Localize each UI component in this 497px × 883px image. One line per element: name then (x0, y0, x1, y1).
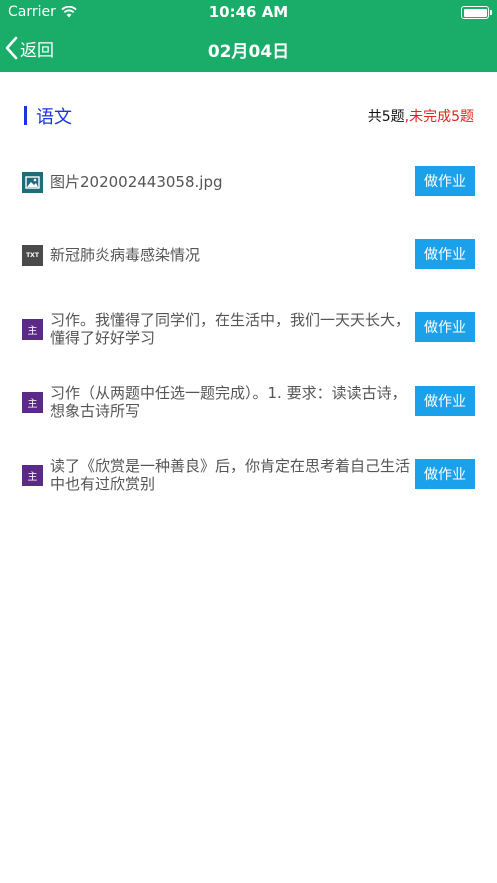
txt-file-icon: TXT (22, 245, 43, 266)
app-header: Carrier 10:46 AM 返回 02月04日 (0, 0, 497, 72)
do-homework-button[interactable]: 做作业 (415, 386, 475, 416)
do-homework-button[interactable]: 做作业 (415, 312, 475, 342)
page-title: 02月04日 (207, 42, 290, 62)
item-title[interactable]: 习作（从两题中任选一题完成）。1. 要求：读读古诗，想象古诗所写 (50, 384, 410, 420)
homework-item: 主 习作（从两题中任选一题完成）。1. 要求：读读古诗，想象古诗所写 做作业 (22, 382, 477, 442)
status-time: 10:46 AM (208, 3, 289, 21)
homework-item: 图片202002443058.jpg 做作业 (22, 166, 477, 226)
back-label: 返回 (20, 40, 54, 61)
subjective-question-icon: 主 (22, 465, 43, 486)
pending-count: 未完成5题 (409, 109, 474, 125)
chevron-left-icon (5, 36, 18, 60)
back-button[interactable]: 返回 (4, 35, 54, 61)
item-title[interactable]: 习作。我懂得了同学们，在生活中，我们一天天长大，懂得了好好学习 (50, 311, 410, 347)
homework-item: 主 习作。我懂得了同学们，在生活中，我们一天天长大，懂得了好好学习 做作业 (22, 309, 477, 369)
item-title[interactable]: 图片202002443058.jpg (50, 173, 410, 191)
do-homework-button[interactable]: 做作业 (415, 166, 475, 196)
image-file-icon (22, 172, 43, 193)
subject-header: 语文 共5题,未完成5题 (24, 103, 476, 128)
subjective-question-icon: 主 (22, 392, 43, 413)
homework-item: TXT 新冠肺炎病毒感染情况 做作业 (22, 239, 477, 299)
subjective-question-icon: 主 (22, 319, 43, 340)
homework-item: 主 读了《欣赏是一种善良》后，你肯定在思考着自己生活中也有过欣赏别 做作业 (22, 455, 477, 515)
subject-stats: 共5题,未完成5题 (368, 106, 474, 126)
subject-name: 语文 (36, 107, 72, 128)
item-title[interactable]: 新冠肺炎病毒感染情况 (50, 246, 410, 264)
total-count: 共5题 (367, 109, 405, 125)
navigation-bar: 返回 02月04日 (0, 26, 497, 72)
status-bar: Carrier 10:46 AM (0, 0, 497, 26)
battery-icon (461, 6, 492, 19)
do-homework-button[interactable]: 做作业 (415, 239, 475, 269)
do-homework-button[interactable]: 做作业 (415, 459, 475, 489)
subject-accent-bar (24, 106, 27, 125)
item-title[interactable]: 读了《欣赏是一种善良》后，你肯定在思考着自己生活中也有过欣赏别 (50, 457, 410, 493)
